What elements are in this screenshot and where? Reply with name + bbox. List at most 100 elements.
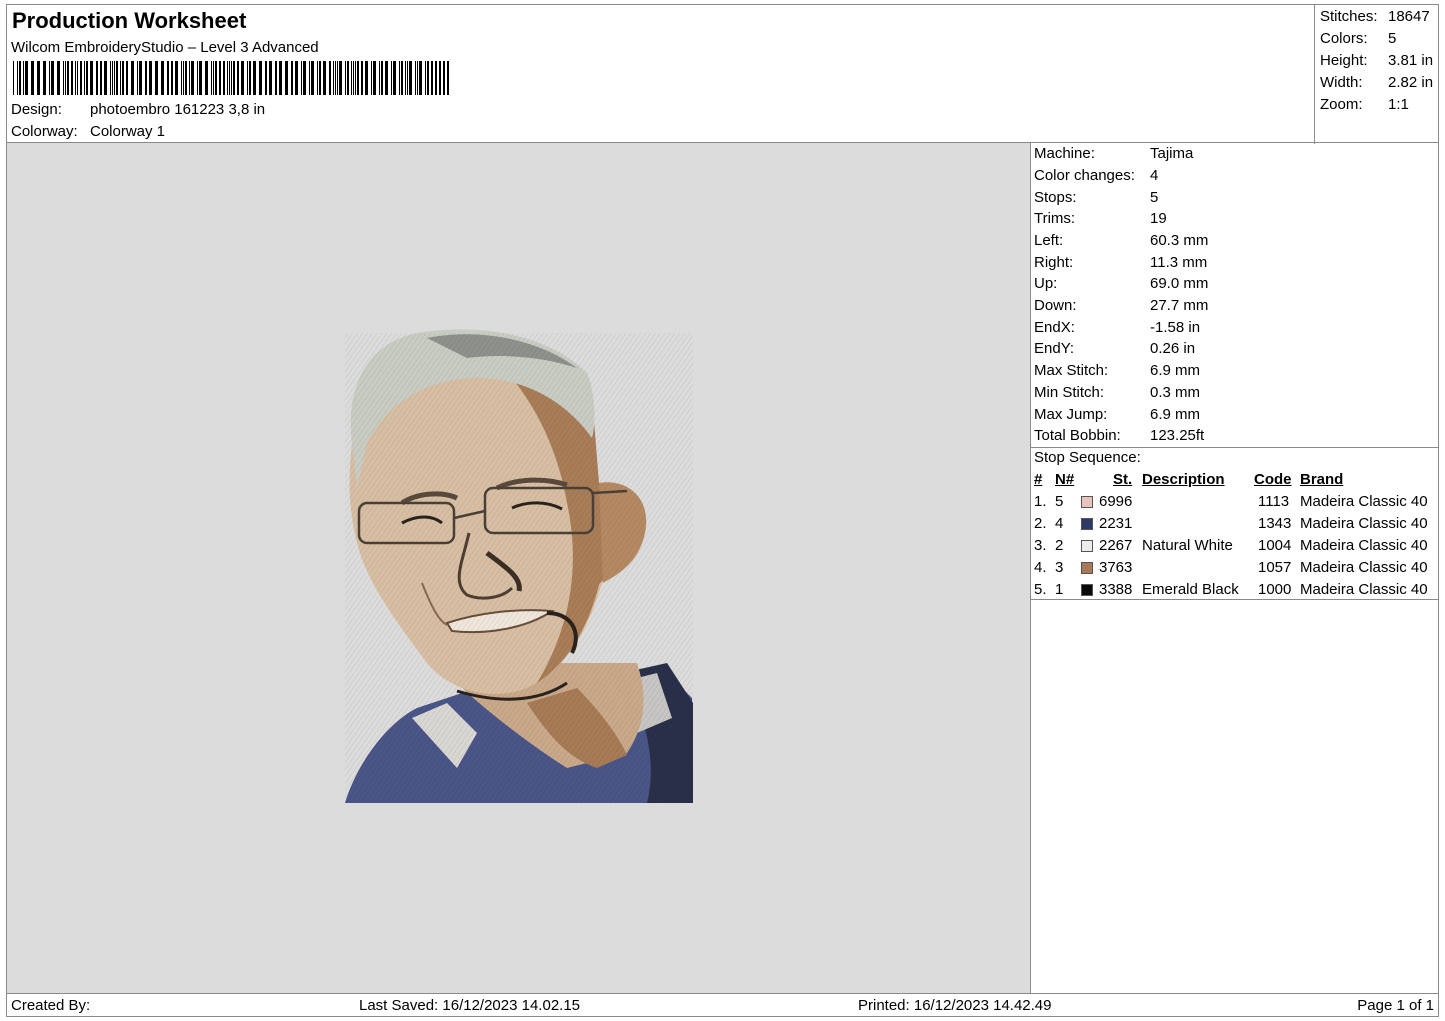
barcode-bar	[365, 61, 368, 95]
thread-code: 1000	[1258, 581, 1292, 598]
stitch-count: 3388	[1099, 581, 1133, 598]
barcode-bar	[112, 61, 113, 95]
barcode-bar	[405, 61, 406, 95]
barcode-bar	[137, 61, 138, 95]
design-label: Design:	[11, 101, 62, 118]
max-stitch-row: Max Stitch: 6.9 mm	[1034, 362, 1201, 379]
barcode-bar	[409, 61, 412, 95]
barcode-bar	[301, 61, 302, 95]
barcode-bar	[311, 61, 314, 95]
barcode-bar	[31, 61, 34, 95]
thread-code: 1057	[1258, 559, 1292, 576]
barcode-bar	[249, 61, 251, 95]
down-row: Down: 27.7 mm	[1034, 297, 1209, 314]
barcode-bar	[96, 61, 98, 95]
stitch-count: 2231	[1099, 515, 1133, 532]
barcode-bar	[75, 61, 76, 95]
barcode-bar	[291, 61, 293, 95]
endx-value: -1.58 in	[1150, 319, 1201, 336]
barcode-bar	[213, 61, 214, 95]
barcode-bar	[345, 61, 346, 95]
barcode-bar	[67, 61, 69, 95]
machine-value: Tajima	[1150, 145, 1194, 162]
barcode-bar	[77, 61, 78, 95]
thread-brand: Madeira Classic 40	[1300, 559, 1428, 576]
barcode-bar	[49, 61, 50, 95]
barcode-bar	[100, 61, 102, 95]
barcode-bar	[231, 61, 232, 95]
stops-value: 5	[1150, 189, 1159, 206]
last-saved: Last Saved: 16/12/2023 14.02.15	[359, 997, 581, 1014]
barcode-bar	[407, 61, 408, 95]
thread-color-swatch	[1081, 540, 1093, 552]
left-row: Left: 60.3 mm	[1034, 232, 1209, 249]
row-number: 2.	[1034, 515, 1047, 532]
max-stitch-value: 6.9 mm	[1150, 362, 1201, 379]
machine-row: Machine: Tajima	[1034, 145, 1194, 162]
design-value: photoembro 161223 3,8 in	[90, 101, 266, 118]
thread-brand: Madeira Classic 40	[1300, 581, 1428, 598]
barcode-bar	[371, 61, 372, 95]
colors-row: Colors: 5	[1320, 30, 1397, 47]
right-value: 11.3 mm	[1150, 254, 1208, 271]
needle-number: 1	[1055, 581, 1064, 598]
barcode-bar	[295, 61, 298, 95]
barcode-bar	[197, 61, 198, 95]
barcode-bar	[80, 61, 82, 95]
thread-color-swatch	[1081, 562, 1093, 574]
machine-details-panel: Machine: Tajima Color changes: 4 Stops: 5 T…	[1030, 142, 1439, 994]
barcode-bar	[211, 61, 212, 95]
total-bobbin-value: 123.25ft	[1150, 427, 1205, 444]
barcode-bar	[65, 61, 66, 95]
total-bobbin-row: Total Bobbin: 123.25ft	[1034, 427, 1205, 444]
barcode-bar	[116, 61, 118, 95]
barcode-bar	[303, 61, 306, 95]
barcode-bar	[227, 61, 228, 95]
barcode-bar	[122, 61, 124, 95]
barcode-bar	[199, 61, 202, 95]
barcode-bar	[355, 61, 356, 95]
barcode-bar	[167, 61, 169, 95]
barcode-bar	[126, 61, 128, 95]
stitch-count: 3763	[1099, 559, 1133, 576]
barcode-bar	[191, 61, 194, 95]
barcode-bar	[415, 61, 416, 95]
worksheet-title: Production Worksheet	[12, 8, 247, 33]
barcode-bar	[259, 61, 262, 95]
endy-row: EndY: 0.26 in	[1034, 340, 1196, 357]
up-value: 69.0 mm	[1150, 275, 1209, 292]
barcode-bar	[247, 61, 248, 95]
col-header-needle: N#	[1055, 471, 1075, 488]
down-value: 27.7 mm	[1150, 297, 1209, 314]
barcode-bar	[419, 61, 422, 95]
barcode-bar	[25, 61, 28, 95]
colorway-label: Colorway:	[11, 123, 78, 140]
barcode-bar	[427, 61, 429, 95]
barcode-bar	[335, 61, 336, 95]
barcode-bar	[110, 61, 111, 95]
barcode-bar	[285, 61, 288, 95]
table-row: 4. 3 3763 1057 Madeira Classic 40	[1031, 559, 1438, 581]
printed-date: Printed: 16/12/2023 14.42.49	[858, 997, 1052, 1014]
col-header-brand: Brand	[1300, 471, 1344, 488]
row-number: 5.	[1034, 581, 1047, 598]
barcode-bar	[401, 61, 403, 95]
barcode-bar	[279, 61, 282, 95]
up-row: Up: 69.0 mm	[1034, 275, 1209, 292]
barcode-bar	[175, 61, 178, 95]
barcode-bar	[161, 61, 164, 95]
needle-number: 2	[1055, 537, 1064, 554]
barcode-bar	[347, 61, 349, 95]
barcode-bar	[241, 61, 244, 95]
barcode-bar	[223, 61, 225, 95]
thread-description: Emerald Black	[1142, 581, 1239, 598]
divider	[1031, 447, 1438, 448]
barcode-bar	[333, 61, 334, 95]
height-row: Height: 3.81 in	[1320, 52, 1434, 69]
barcode-bar	[104, 61, 107, 95]
stitches-value: 18647	[1388, 8, 1430, 25]
barcode-bar	[317, 61, 318, 95]
width-row: Width: 2.82 in	[1320, 74, 1434, 91]
col-header-num: #	[1034, 471, 1043, 488]
barcode-bar	[43, 61, 46, 95]
